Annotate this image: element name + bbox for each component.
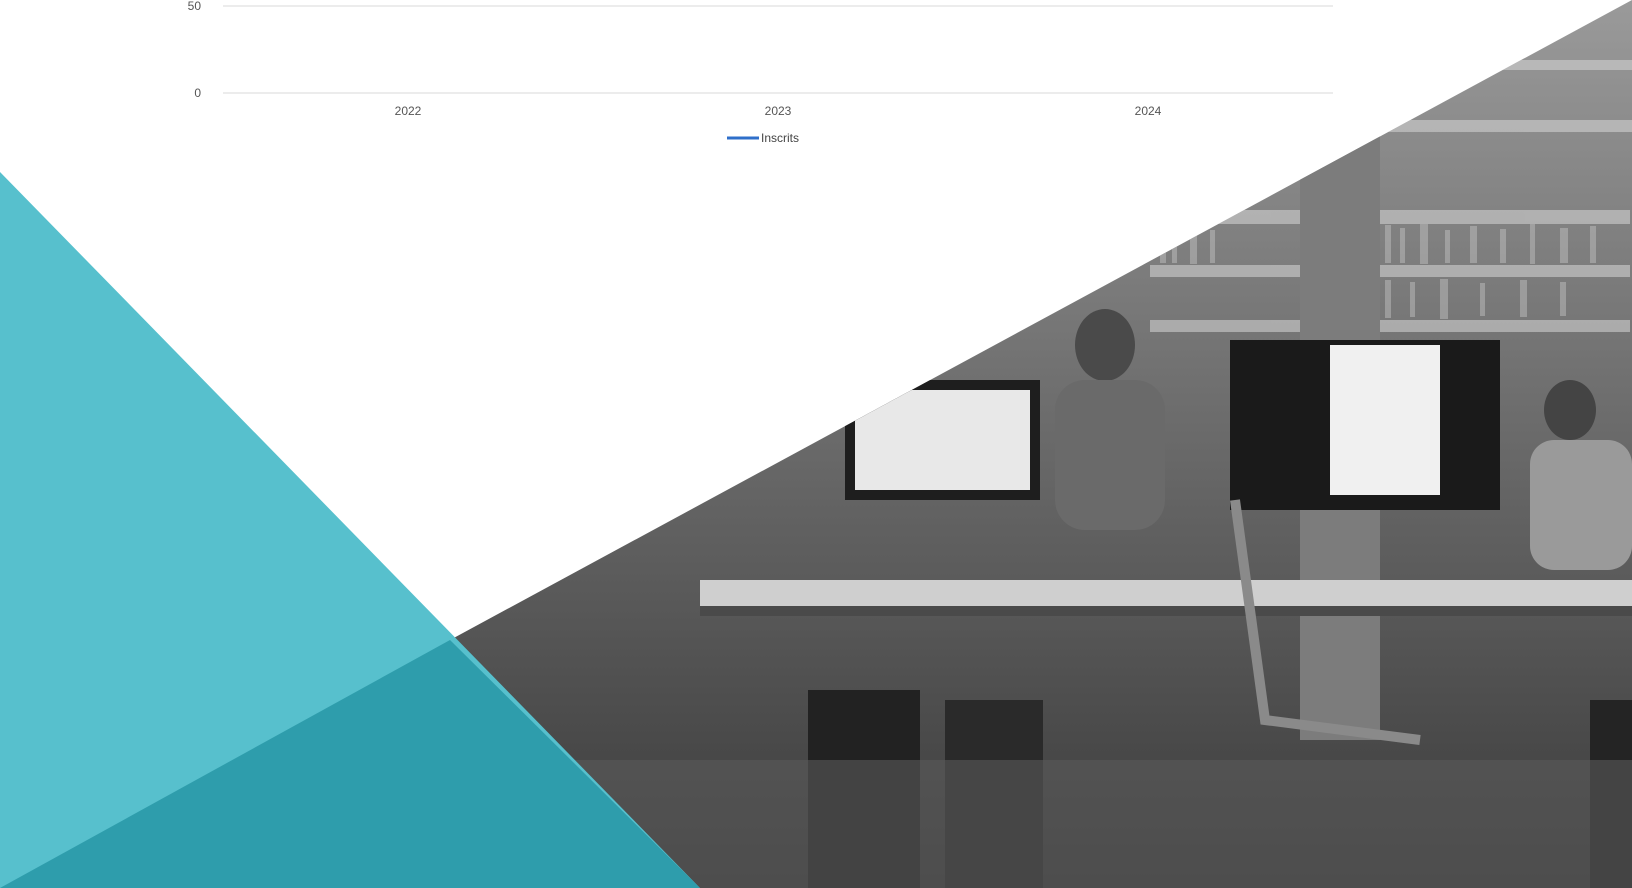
x-axis-ticks: 2022 2023 2024 [395,104,1162,118]
x-tick-label: 2022 [395,104,422,118]
x-tick-label: 2023 [765,104,792,118]
line-chart: 0 50 2022 2023 2024 Inscrits [188,0,1333,145]
grid-lines [223,5,1333,94]
y-tick-label: 50 [188,0,202,13]
y-tick-label: 0 [194,86,201,100]
x-tick-label: 2024 [1135,104,1162,118]
y-axis-ticks: 0 50 [188,0,202,100]
legend-label: Inscrits [761,131,799,145]
legend: Inscrits [727,131,799,145]
chart-panel: 0 50 2022 2023 2024 Inscrits [183,0,1347,152]
